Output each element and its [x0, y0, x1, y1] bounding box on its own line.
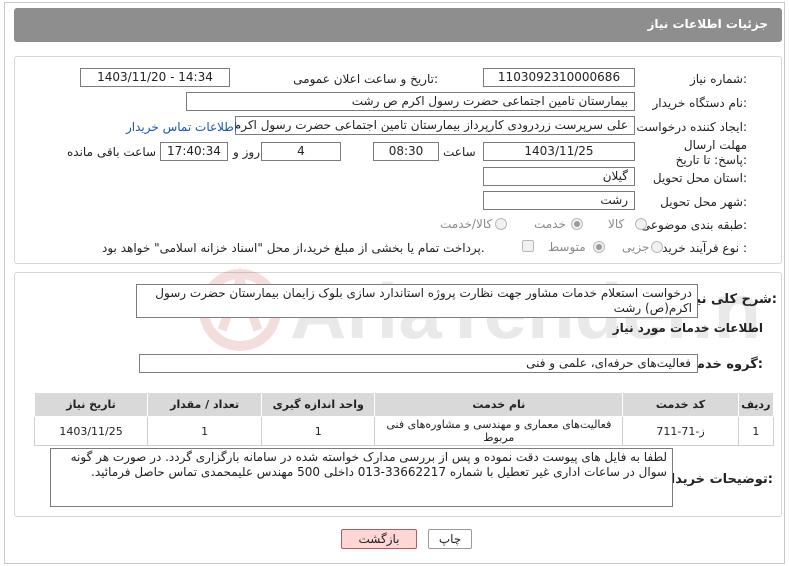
treasury-payment-checkbox[interactable]: [522, 240, 534, 252]
category-radio-goods[interactable]: [635, 218, 647, 230]
services-heading: اطلاعات خدمات مورد نیاز: [612, 321, 763, 335]
col-service-code: کد خدمت: [622, 392, 739, 417]
remaining-days-label: روز و: [233, 145, 260, 159]
process-radio-minor[interactable]: [651, 241, 663, 253]
process-type-label: نوع فرآیند خرید :: [662, 241, 747, 255]
category-option-service: خدمت: [534, 217, 566, 231]
deadline-time-label: ساعت: [443, 145, 476, 159]
need-number-field[interactable]: 1103092310000686: [483, 68, 635, 87]
buyer-notes-label: توضیحات خریدار:: [663, 472, 773, 487]
cell-need-date: 1403/11/25: [33, 416, 149, 446]
city-label: شهر محل تحویل:: [660, 195, 747, 209]
col-need-date: تاریخ نیاز: [33, 392, 149, 417]
cell-quantity: 1: [147, 416, 263, 446]
province-label: استان محل تحویل:: [652, 171, 747, 185]
page-title: جزئیات اطلاعات نیاز: [647, 17, 768, 31]
remaining-time-label: ساعت باقی مانده: [67, 145, 157, 159]
buyer-contact-link[interactable]: اطلاعات تماس خریدار: [126, 120, 237, 134]
deadline-time-field[interactable]: 08:30: [373, 142, 439, 161]
back-button[interactable]: بازگشت: [341, 529, 417, 549]
category-label: طبقه بندی موضوعی:: [640, 218, 747, 232]
buyer-org-label: نام دستگاه خریدار:: [652, 96, 748, 110]
process-option-minor: جزیی: [622, 240, 650, 254]
remaining-days-field[interactable]: 4: [261, 142, 341, 161]
summary-textarea[interactable]: درخواست استعلام خدمات مشاور جهت نظارت پر…: [136, 284, 698, 318]
requester-field[interactable]: علی سرپرست زردرودی کارپرداز بیمارستان تا…: [235, 116, 635, 135]
treasury-payment-note: پرداخت تمام یا بخشی از مبلغ خرید،از محل …: [102, 241, 485, 255]
col-row: ردیف: [737, 392, 775, 417]
service-group-field[interactable]: فعالیت‌های حرفه‌ای، علمی و فنی: [139, 354, 698, 373]
header-bar: جزئیات اطلاعات نیاز: [14, 8, 782, 42]
category-option-goods: کالا: [608, 217, 625, 231]
col-unit: واحد اندازه گیری: [261, 392, 376, 417]
category-radio-service[interactable]: [571, 218, 583, 230]
province-field[interactable]: گیلان: [483, 167, 635, 186]
deadline-label: مهلت ارسال پاسخ: تا تاریخ:: [675, 138, 747, 167]
category-radio-goods-service[interactable]: [495, 218, 507, 230]
announce-datetime-field[interactable]: 1403/11/20 - 14:34: [80, 68, 230, 87]
city-field[interactable]: رشت: [483, 191, 635, 210]
category-option-goods-service: کالا/خدمت: [440, 217, 493, 231]
table-row: 1 ز-71-711 فعالیت‌های معماری و مهندسی و …: [33, 416, 775, 446]
need-number-label: شماره نیاز:: [689, 72, 747, 86]
announce-datetime-label: تاریخ و ساعت اعلان عمومی:: [293, 72, 438, 86]
cell-service-name: فعالیت‌های معماری و مهندسی و مشاوره‌های …: [374, 416, 624, 446]
cell-unit: 1: [261, 416, 376, 446]
deadline-date-field[interactable]: 1403/11/25: [483, 142, 635, 161]
process-option-medium: متوسط: [548, 240, 586, 254]
process-radio-medium[interactable]: [593, 241, 605, 253]
cell-service-code: ز-71-711: [622, 416, 739, 446]
print-button[interactable]: چاپ: [428, 529, 472, 549]
col-quantity: تعداد / مقدار: [147, 392, 263, 417]
requester-label: ایجاد کننده درخواست:: [636, 120, 747, 134]
cell-row: 1: [737, 416, 775, 446]
buyer-notes-textarea[interactable]: لطفا به فایل های پیوست دقت نموده و پس از…: [50, 448, 673, 507]
col-service-name: نام خدمت: [374, 392, 624, 417]
remaining-time-field[interactable]: 17:40:34: [160, 142, 228, 161]
buyer-org-field[interactable]: بیمارستان تامین اجتماعی حضرت رسول اکرم ص…: [186, 92, 635, 111]
services-table: ردیف کد خدمت نام خدمت واحد اندازه گیری ت…: [33, 392, 775, 446]
